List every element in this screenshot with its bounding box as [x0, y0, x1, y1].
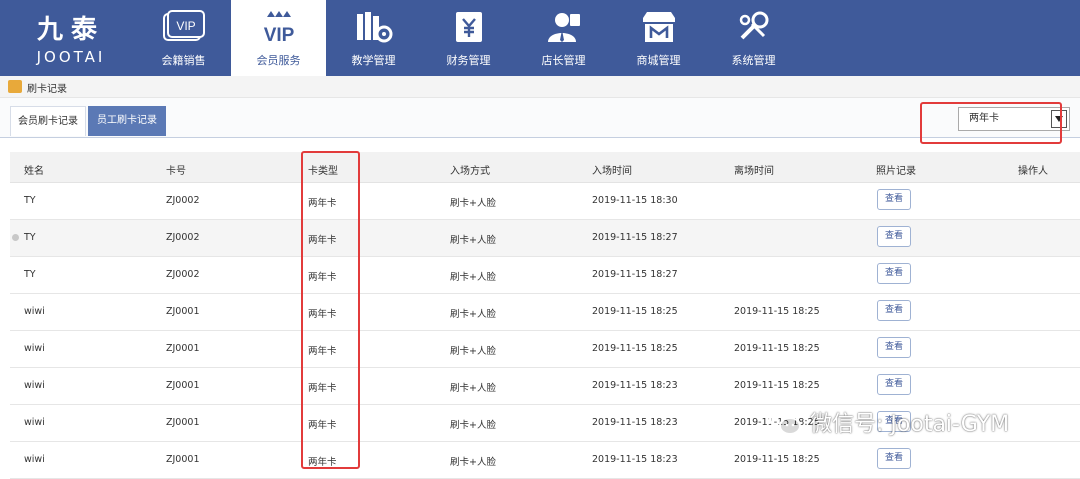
brand-logo[interactable]: 九泰 JOOTAI: [26, 16, 116, 66]
top-navigation-bar: 九泰 JOOTAI VIP 会籍销售 VIP 会员服务 教学管理 财务管理 店长…: [0, 0, 1080, 76]
cell-name: TY: [24, 269, 36, 280]
cell-name: wiwi: [24, 417, 45, 428]
view-photo-button[interactable]: 查看: [877, 263, 911, 284]
nav-label: 教学管理: [351, 54, 396, 67]
cell-entry-method: 刷卡+人脸: [450, 420, 496, 431]
cell-entry-method: 刷卡+人脸: [450, 346, 496, 357]
view-photo-button[interactable]: 查看: [877, 337, 911, 358]
cell-entry-method: 刷卡+人脸: [450, 235, 496, 246]
nav-label: 商城管理: [636, 54, 681, 67]
column-header-entry-time: 入场时间: [592, 166, 632, 177]
breadcrumb: 刷卡记录: [0, 76, 1080, 98]
nav-item-manager[interactable]: 店长管理: [516, 0, 611, 76]
cell-entry-time: 2019-11-15 18:30: [592, 195, 678, 206]
yen-doc-icon: [421, 0, 516, 54]
tabs-bar: 会员刷卡记录 员工刷卡记录: [0, 98, 1080, 138]
books-gear-icon: [326, 0, 421, 54]
nav-item-membership-sales[interactable]: VIP 会籍销售: [136, 0, 231, 76]
breadcrumb-title: 刷卡记录: [27, 84, 67, 95]
svg-text:VIP: VIP: [176, 19, 195, 33]
nav-item-teaching[interactable]: 教学管理: [326, 0, 421, 76]
cell-name: TY: [24, 195, 36, 206]
cell-exit-time: 2019-11-15 18:25: [734, 380, 820, 391]
table-header: 姓名 卡号 卡类型 入场方式 入场时间 离场时间 照片记录 操作人: [10, 152, 1080, 183]
cell-entry-method: 刷卡+人脸: [450, 198, 496, 209]
nav-label: 会籍销售: [161, 54, 206, 67]
view-photo-button[interactable]: 查看: [877, 226, 911, 247]
cell-entry-time: 2019-11-15 18:27: [592, 269, 678, 280]
highlight-box-filter: [920, 102, 1062, 144]
column-header-photo-record: 照片记录: [876, 166, 916, 177]
cell-entry-time: 2019-11-15 18:23: [592, 417, 678, 428]
row-indicator-dot: [12, 234, 19, 241]
column-header-entry-method: 入场方式: [450, 166, 490, 177]
cell-card-no: ZJ0001: [166, 306, 200, 317]
cell-exit-time: 2019-11-15 18:25: [734, 343, 820, 354]
vip-card-icon: VIP: [136, 0, 231, 54]
wechat-watermark: 微信号: Jootai-GYM: [768, 400, 1068, 444]
table-row: wiwi ZJ0001 两年卡 刷卡+人脸 2019-11-15 18:23 2…: [10, 442, 1080, 479]
table-row: TY ZJ0002 两年卡 刷卡+人脸 2019-11-15 18:27 查看: [10, 220, 1080, 257]
manager-icon: [516, 0, 611, 54]
highlight-box-card-type-column: [301, 151, 360, 469]
svg-text:VIP: VIP: [263, 25, 294, 45]
cell-card-no: ZJ0001: [166, 380, 200, 391]
store-icon: [611, 0, 706, 54]
column-header-operator: 操作人: [1018, 166, 1048, 177]
tab-staff-records[interactable]: 员工刷卡记录: [88, 106, 166, 136]
cell-entry-time: 2019-11-15 18:23: [592, 380, 678, 391]
column-header-card-no: 卡号: [166, 166, 186, 177]
cell-entry-method: 刷卡+人脸: [450, 309, 496, 320]
cell-card-no: ZJ0002: [166, 269, 200, 280]
table-row: TY ZJ0002 两年卡 刷卡+人脸 2019-11-15 18:30 查看: [10, 183, 1080, 220]
table-row: wiwi ZJ0001 两年卡 刷卡+人脸 2019-11-15 18:25 2…: [10, 294, 1080, 331]
brand-name-en: JOOTAI: [36, 48, 106, 66]
cell-name: TY: [24, 232, 36, 243]
cell-entry-time: 2019-11-15 18:23: [592, 454, 678, 465]
cell-entry-time: 2019-11-15 18:27: [592, 232, 678, 243]
settings-icon: [706, 0, 801, 54]
cell-card-no: ZJ0001: [166, 454, 200, 465]
brand-name-cn: 九泰: [36, 15, 105, 45]
cell-card-no: ZJ0002: [166, 195, 200, 206]
view-photo-button[interactable]: 查看: [877, 374, 911, 395]
cell-card-no: ZJ0001: [166, 417, 200, 428]
wechat-icon: [769, 409, 801, 435]
cell-exit-time: 2019-11-15 18:25: [734, 306, 820, 317]
nav-item-store[interactable]: 商城管理: [611, 0, 706, 76]
view-photo-button[interactable]: 查看: [877, 448, 911, 469]
watermark-text: 微信号: Jootai-GYM: [810, 412, 1010, 437]
cell-card-no: ZJ0001: [166, 343, 200, 354]
cell-entry-method: 刷卡+人脸: [450, 457, 496, 468]
nav-item-finance[interactable]: 财务管理: [421, 0, 516, 76]
cell-entry-method: 刷卡+人脸: [450, 383, 496, 394]
column-header-exit-time: 离场时间: [734, 166, 774, 177]
tab-member-records[interactable]: 会员刷卡记录: [10, 106, 86, 136]
cell-name: wiwi: [24, 343, 45, 354]
vip-crown-icon: VIP: [231, 0, 326, 54]
cell-name: wiwi: [24, 380, 45, 391]
cell-entry-time: 2019-11-15 18:25: [592, 306, 678, 317]
nav-label: 系统管理: [731, 54, 776, 67]
nav-item-member-service[interactable]: VIP 会员服务: [231, 0, 326, 76]
card-record-icon: [8, 80, 22, 93]
nav-item-system[interactable]: 系统管理: [706, 0, 801, 76]
cell-name: wiwi: [24, 306, 45, 317]
table-row: wiwi ZJ0001 两年卡 刷卡+人脸 2019-11-15 18:25 2…: [10, 331, 1080, 368]
cell-name: wiwi: [24, 454, 45, 465]
cell-entry-method: 刷卡+人脸: [450, 272, 496, 283]
column-header-name: 姓名: [24, 166, 44, 177]
cell-exit-time: 2019-11-15 18:25: [734, 454, 820, 465]
cell-entry-time: 2019-11-15 18:25: [592, 343, 678, 354]
nav-label: 财务管理: [446, 54, 491, 67]
view-photo-button[interactable]: 查看: [877, 300, 911, 321]
view-photo-button[interactable]: 查看: [877, 189, 911, 210]
nav-label: 店长管理: [541, 54, 586, 67]
nav-label: 会员服务: [256, 54, 301, 67]
cell-card-no: ZJ0002: [166, 232, 200, 243]
table-row: TY ZJ0002 两年卡 刷卡+人脸 2019-11-15 18:27 查看: [10, 257, 1080, 294]
